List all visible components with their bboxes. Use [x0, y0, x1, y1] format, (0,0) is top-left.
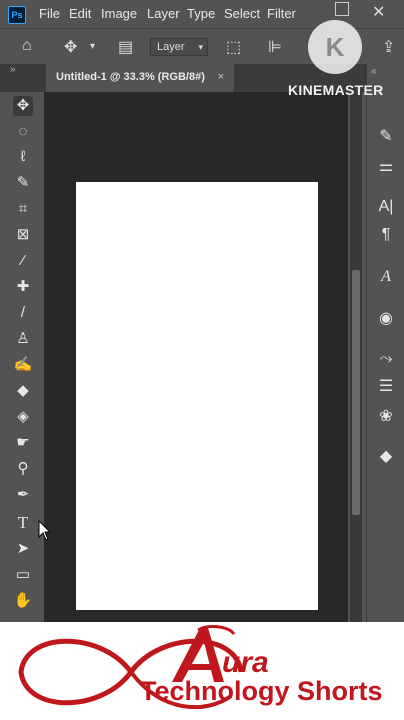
path-selection-tool-icon[interactable]: ➤	[13, 539, 33, 559]
auto-select-target-dropdown[interactable]: Layer ▾	[150, 38, 208, 56]
adjustments-icon[interactable]: ⚌	[375, 156, 397, 178]
crop-tool-icon[interactable]: ⌗	[13, 199, 33, 219]
close-tab-icon[interactable]: ×	[218, 64, 224, 90]
rectangle-tool-icon[interactable]: ▭	[13, 565, 33, 585]
hand-tool-icon[interactable]: ✋	[13, 591, 33, 611]
move-tool-options-icon[interactable]: ✥	[64, 37, 77, 57]
chevron-down-icon: ▾	[198, 42, 203, 52]
brand-subtitle-text: Technology Shorts	[140, 676, 383, 706]
move-tool-icon[interactable]: ✥	[13, 96, 33, 116]
history-brush-tool-icon[interactable]: ✍	[13, 355, 33, 375]
properties-panel-icon[interactable]: ☰	[375, 376, 397, 398]
auto-select-target-value: Layer	[157, 41, 185, 53]
clone-stamp-tool-icon[interactable]: ♙	[13, 329, 33, 349]
paint-bucket-tool-icon[interactable]: ◈	[13, 407, 33, 427]
collapse-panels-icon[interactable]: »	[10, 64, 16, 75]
type-tool-icon[interactable]: T	[13, 513, 33, 533]
brand-name-text: ura	[222, 646, 269, 679]
character-panel-icon[interactable]: A|	[375, 196, 397, 218]
glyphs-panel-icon[interactable]: A	[375, 266, 397, 288]
color-panel-icon[interactable]: ◉	[375, 308, 397, 330]
paths-panel-icon[interactable]: ⤳	[375, 348, 397, 370]
menu-filter[interactable]: Filter	[267, 6, 296, 21]
transform-controls-icon[interactable]: ⬚	[226, 37, 241, 57]
right-panel-dock: « ✎ ⚌ A| ¶ A ◉ ⤳ ☰ ❀ ◆	[366, 64, 404, 622]
close-window-icon[interactable]: ✕	[372, 2, 385, 22]
menu-type[interactable]: Type	[187, 6, 215, 21]
brush-tool-icon[interactable]: /	[13, 303, 33, 323]
dodge-tool-icon[interactable]: ⚲	[13, 459, 33, 479]
document-tab[interactable]: Untitled-1 @ 33.3% (RGB/8#) ×	[46, 64, 234, 92]
paragraph-panel-icon[interactable]: ¶	[375, 224, 397, 246]
eyedropper-tool-icon[interactable]: ⁄	[13, 251, 33, 271]
menu-file[interactable]: File	[39, 6, 60, 21]
quick-selection-tool-icon[interactable]: ✎	[13, 173, 33, 193]
auto-select-icon[interactable]: ▤	[118, 37, 133, 57]
document-tab-title: Untitled-1 @ 33.3% (RGB/8#)	[56, 71, 205, 83]
channels-panel-icon[interactable]: ❀	[375, 406, 397, 428]
menu-layer[interactable]: Layer	[147, 6, 180, 21]
pen-tool-icon[interactable]: ✒	[13, 485, 33, 505]
align-left-icon[interactable]: ⊫	[268, 37, 282, 57]
frame-tool-icon[interactable]: ⊠	[13, 225, 33, 245]
eraser-tool-icon[interactable]: ◆	[13, 381, 33, 401]
menu-image[interactable]: Image	[101, 6, 137, 21]
photoshop-logo-icon: Ps	[8, 6, 26, 24]
home-icon[interactable]: ⌂	[22, 37, 32, 55]
menu-select[interactable]: Select	[224, 6, 260, 21]
document-canvas[interactable]	[76, 182, 318, 610]
elliptical-marquee-tool-icon[interactable]: ◌	[13, 122, 33, 142]
tools-panel: ✥ ◌ ℓ ✎ ⌗ ⊠ ⁄ ✚ / ♙ ✍ ◆ ◈ ☛ ⚲ ✒ T ➤ ▭ ✋	[0, 92, 45, 622]
chevron-down-icon[interactable]: ▾	[90, 41, 95, 52]
mouse-cursor-icon	[38, 520, 52, 541]
lasso-tool-icon[interactable]: ℓ	[13, 147, 33, 167]
restore-window-icon[interactable]	[335, 2, 349, 16]
kinemaster-logo-icon: K	[308, 20, 362, 74]
share-icon[interactable]: ⇪	[382, 37, 395, 57]
menu-edit[interactable]: Edit	[69, 6, 91, 21]
scrollbar-thumb[interactable]	[352, 270, 360, 515]
smudge-tool-icon[interactable]: ☛	[13, 433, 33, 453]
brush-settings-icon[interactable]: ✎	[375, 126, 397, 148]
layers-panel-icon[interactable]: ◆	[375, 446, 397, 468]
kinemaster-watermark-text: KINEMASTER	[288, 82, 384, 98]
collapse-panels-icon[interactable]: «	[371, 66, 377, 77]
spot-healing-brush-tool-icon[interactable]: ✚	[13, 277, 33, 297]
